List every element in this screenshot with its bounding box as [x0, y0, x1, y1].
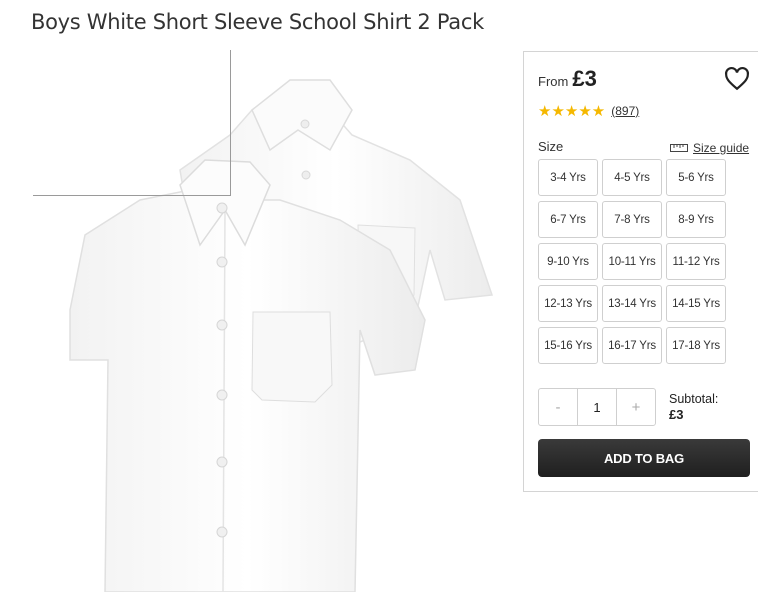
size-options: 3-4 Yrs 4-5 Yrs 5-6 Yrs 6-7 Yrs 7-8 Yrs …	[538, 159, 726, 364]
size-option[interactable]: 10-11 Yrs	[602, 243, 662, 280]
size-option[interactable]: 11-12 Yrs	[666, 243, 726, 280]
purchase-panel: From £3 ★★★★★ (897) Size Size guide 3-4 Y…	[523, 51, 758, 492]
add-to-bag-button[interactable]: ADD TO BAG	[538, 439, 750, 477]
size-option[interactable]: 5-6 Yrs	[666, 159, 726, 196]
subtotal-amount: £3	[669, 407, 684, 422]
subtotal-label: Subtotal:	[669, 392, 719, 406]
size-option[interactable]: 6-7 Yrs	[538, 201, 598, 238]
size-option[interactable]: 9-10 Yrs	[538, 243, 598, 280]
subtotal: Subtotal: £3	[669, 391, 718, 423]
size-option[interactable]: 15-16 Yrs	[538, 327, 598, 364]
heart-icon	[725, 66, 749, 91]
price: £3	[572, 66, 597, 91]
rating: ★★★★★ (897)	[538, 102, 639, 120]
star-rating: ★★★★★	[538, 103, 606, 120]
quantity-stepper: - 1 +	[538, 388, 656, 426]
size-label: Size	[538, 139, 564, 154]
review-count-link[interactable]: (897)	[611, 104, 639, 118]
quantity-increase-button[interactable]: +	[617, 389, 655, 425]
size-option[interactable]: 3-4 Yrs	[538, 159, 598, 196]
product-title: Boys White Short Sleeve School Shirt 2 P…	[31, 10, 484, 34]
size-option[interactable]: 13-14 Yrs	[602, 285, 662, 322]
ruler-icon	[670, 144, 688, 152]
wishlist-button[interactable]	[724, 66, 750, 92]
size-guide-label: Size guide	[693, 141, 750, 155]
price-row: From £3	[538, 66, 597, 92]
size-option[interactable]: 4-5 Yrs	[602, 159, 662, 196]
zoom-lens[interactable]	[33, 50, 231, 196]
size-option[interactable]: 7-8 Yrs	[602, 201, 662, 238]
size-option[interactable]: 17-18 Yrs	[666, 327, 726, 364]
size-option[interactable]: 16-17 Yrs	[602, 327, 662, 364]
size-option[interactable]: 12-13 Yrs	[538, 285, 598, 322]
from-label: From	[538, 74, 569, 89]
size-option[interactable]: 8-9 Yrs	[666, 201, 726, 238]
size-guide-link[interactable]: Size guide	[670, 141, 749, 155]
size-option[interactable]: 14-15 Yrs	[666, 285, 726, 322]
quantity-decrease-button[interactable]: -	[539, 389, 577, 425]
quantity-input[interactable]: 1	[577, 389, 617, 425]
